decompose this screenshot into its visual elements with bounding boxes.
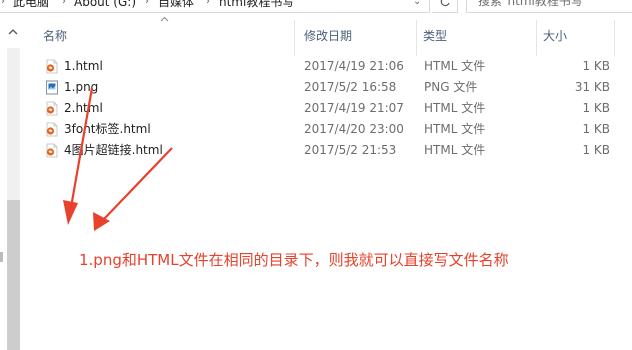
file-type: HTML 文件	[424, 143, 486, 157]
file-type: HTML 文件	[424, 122, 486, 136]
breadcrumb-this-pc[interactable]: 此电脑	[13, 0, 49, 13]
file-size: 1 KB	[582, 122, 610, 136]
refresh-button[interactable]	[432, 0, 458, 13]
column-divider[interactable]	[416, 20, 417, 56]
file-date: 2017/4/20 23:00	[304, 122, 404, 136]
html-file-icon	[45, 101, 59, 116]
breadcrumb-separator-icon: ›	[62, 0, 66, 7]
file-size: 1 KB	[582, 59, 610, 73]
column-date-modified[interactable]: 修改日期	[304, 14, 352, 46]
address-bar-row: › 此电脑 › About (G:) › 自媒体 › html教程书写 ⌄ 搜索…	[0, 0, 632, 14]
breadcrumb-separator-icon: ›	[1, 0, 5, 7]
file-date: 2017/5/2 21:53	[304, 143, 397, 157]
scroll-up-button[interactable]	[6, 24, 20, 38]
file-name: 3font标签.html	[64, 122, 151, 136]
navigation-pane	[0, 14, 26, 350]
file-date: 2017/5/2 16:58	[304, 80, 397, 94]
file-explorer-window: › 此电脑 › About (G:) › 自媒体 › html教程书写 ⌄ 搜索…	[0, 0, 632, 350]
breadcrumb-separator-icon: ›	[206, 0, 210, 7]
file-type: HTML 文件	[424, 59, 486, 73]
file-row[interactable]: 3font标签.html 2017/4/20 23:00 HTML 文件 1 K…	[40, 119, 620, 140]
column-name[interactable]: 名称	[43, 14, 67, 46]
search-input[interactable]: 搜索"html教程书写"	[466, 0, 632, 13]
search-placeholder: 搜索"html教程书写"	[478, 0, 589, 8]
file-name: 2.html	[64, 101, 103, 115]
file-date: 2017/4/19 21:07	[304, 101, 404, 115]
file-name: 1.png	[64, 80, 99, 94]
file-type: HTML 文件	[424, 101, 486, 115]
html-file-icon	[45, 59, 59, 74]
file-name: 4图片超链接.html	[64, 143, 163, 157]
file-row[interactable]: 4图片超链接.html 2017/5/2 21:53 HTML 文件 1 KB	[40, 140, 620, 161]
column-divider[interactable]	[536, 20, 537, 56]
png-file-icon	[45, 80, 59, 95]
address-bar[interactable]: › 此电脑 › About (G:) › 自媒体 › html教程书写 ⌄	[0, 0, 430, 13]
file-size: 31 KB	[574, 80, 610, 94]
breadcrumb-separator-icon: ›	[145, 0, 149, 7]
nav-pane-resize-handle[interactable]	[0, 252, 3, 262]
file-date: 2017/4/19 21:06	[304, 59, 404, 73]
nav-scrollbar-thumb[interactable]	[7, 200, 20, 350]
file-row[interactable]: 1.html 2017/4/19 21:06 HTML 文件 1 KB	[40, 56, 620, 77]
annotation-text: 1.png和HTML文件在相同的目录下，则我就可以直接写文件名称	[79, 251, 509, 269]
column-header: 名称 修改日期 类型 大小	[26, 14, 632, 56]
column-divider[interactable]	[614, 20, 615, 56]
file-size: 1 KB	[582, 143, 610, 157]
html-file-icon	[45, 122, 59, 137]
column-divider[interactable]	[294, 20, 295, 56]
chevron-up-icon	[8, 28, 18, 34]
breadcrumb-drive[interactable]: About (G:)	[74, 0, 136, 13]
breadcrumb-folder-media[interactable]: 自媒体	[158, 0, 194, 13]
sort-ascending-icon	[160, 16, 169, 22]
file-name: 1.html	[64, 59, 103, 73]
file-type: PNG 文件	[424, 80, 478, 94]
html-file-icon	[45, 143, 59, 158]
annotation-arrows	[63, 87, 173, 231]
file-row[interactable]: 2.html 2017/4/19 21:07 HTML 文件 1 KB	[40, 98, 620, 119]
breadcrumb-folder-current[interactable]: html教程书写	[219, 0, 294, 13]
file-size: 1 KB	[582, 101, 610, 115]
refresh-icon	[440, 0, 450, 6]
column-size[interactable]: 大小	[543, 14, 567, 46]
column-type[interactable]: 类型	[423, 14, 447, 46]
file-row[interactable]: 1.png 2017/5/2 16:58 PNG 文件 31 KB	[40, 77, 620, 98]
address-dropdown-icon[interactable]: ⌄	[413, 0, 421, 13]
